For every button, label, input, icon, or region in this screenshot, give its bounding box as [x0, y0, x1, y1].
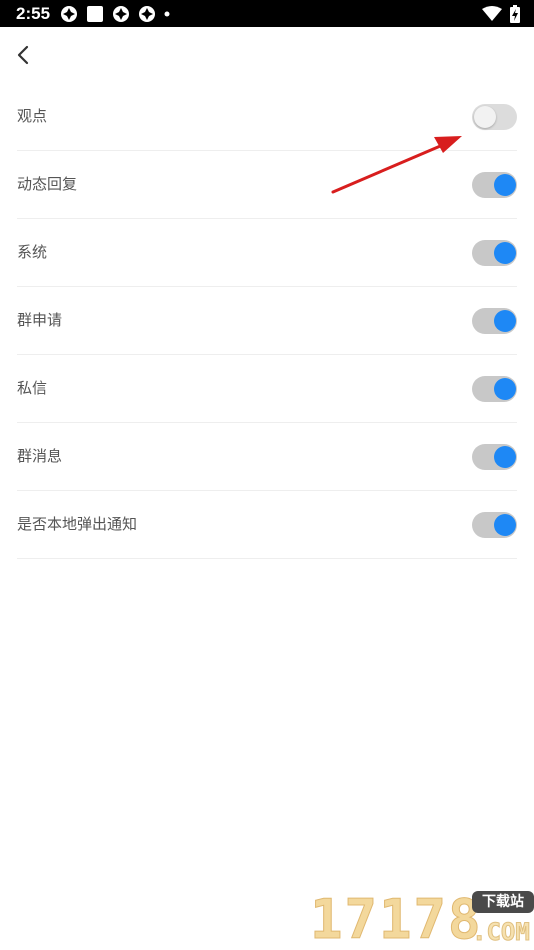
setting-row-group-message: 群消息 [17, 423, 517, 491]
watermark-logo: 17178 下载站 .COM [310, 888, 534, 950]
setting-label: 系统 [17, 243, 48, 261]
battery-icon [510, 5, 520, 23]
toggle-knob [494, 174, 516, 196]
watermark-badge: 下载站 [472, 891, 534, 913]
setting-row-local-popup: 是否本地弹出通知 [17, 491, 517, 559]
toggle-switch[interactable] [472, 512, 517, 538]
chevron-left-icon [17, 45, 29, 65]
setting-label: 私信 [17, 379, 48, 397]
watermark-digits: 17178 [310, 888, 483, 950]
setting-row-dynamic-reply: 动态回复 [17, 151, 517, 219]
toggle-knob [494, 446, 516, 468]
back-button[interactable] [8, 40, 38, 70]
setting-row-system: 系统 [17, 219, 517, 287]
toggle-knob [474, 106, 496, 128]
status-time: 2:55 [16, 4, 51, 23]
setting-row-group-request: 群申请 [17, 287, 517, 355]
setting-row-private-message: 私信 [17, 355, 517, 423]
notification-icon [61, 6, 77, 22]
setting-label: 群申请 [17, 311, 63, 329]
toggle-knob [494, 242, 516, 264]
status-bar: 2:55 [0, 0, 534, 27]
toggle-switch[interactable] [472, 376, 517, 402]
status-notification-icons [60, 5, 178, 23]
toggle-switch[interactable] [472, 104, 517, 130]
toggle-switch[interactable] [472, 172, 517, 198]
toggle-switch[interactable] [472, 308, 517, 334]
dot-icon [164, 11, 170, 17]
toggle-switch[interactable] [472, 240, 517, 266]
notification-icon [113, 6, 129, 22]
setting-row-viewpoint: 观点 [17, 83, 517, 151]
wifi-icon [482, 6, 502, 21]
setting-label: 是否本地弹出通知 [17, 515, 138, 533]
toggle-knob [494, 514, 516, 536]
watermark-suffix: .COM [472, 918, 531, 947]
setting-label: 群消息 [17, 447, 63, 465]
toggle-knob [494, 310, 516, 332]
status-system-icons [474, 4, 520, 24]
toggle-switch[interactable] [472, 444, 517, 470]
setting-label: 动态回复 [17, 175, 78, 193]
notification-icon [139, 6, 155, 22]
notification-settings-list: 观点 动态回复 系统 群申请 私信 群消息 是否本地弹出通知 [17, 83, 517, 559]
notification-icon [87, 6, 103, 22]
setting-label: 观点 [17, 107, 48, 125]
toggle-knob [494, 378, 516, 400]
